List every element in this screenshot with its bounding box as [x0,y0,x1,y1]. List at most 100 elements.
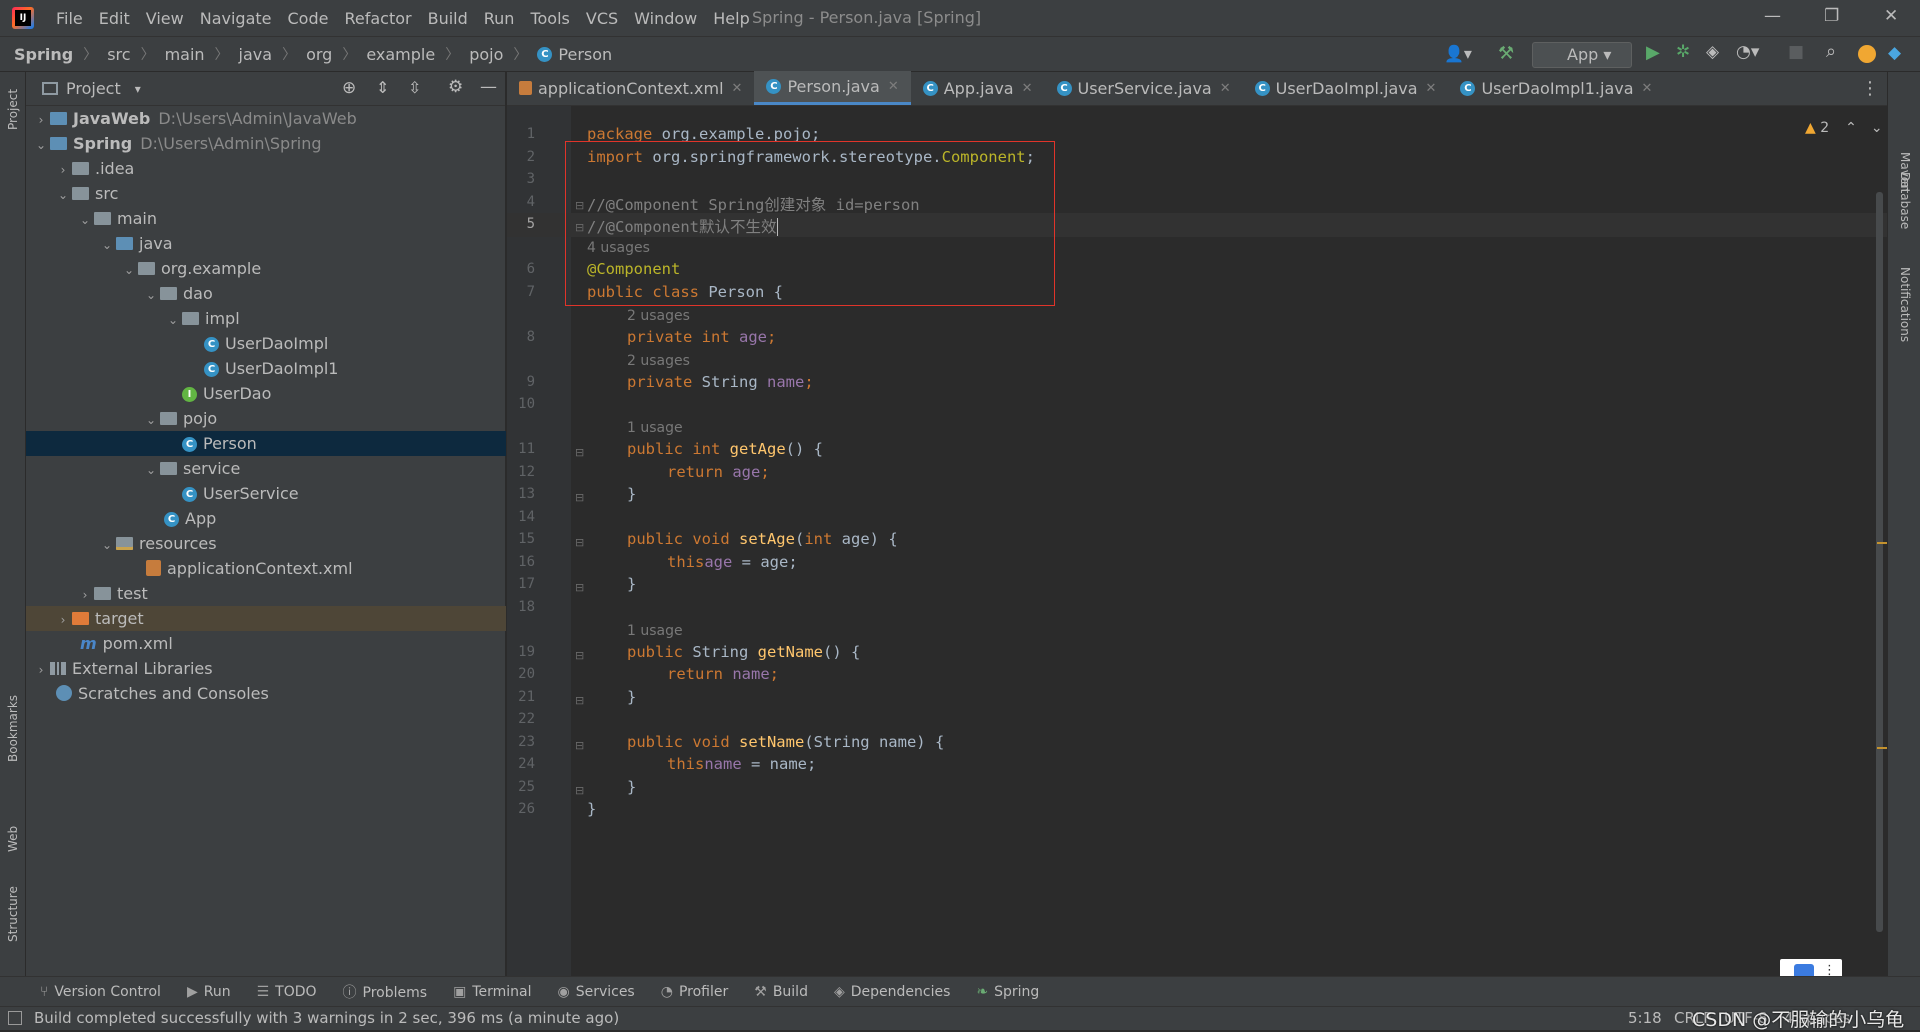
code-line[interactable]: public void setAge(int age) { [627,530,898,548]
tree-item-pom[interactable]: m pom.xml [26,631,506,656]
code-line[interactable]: } [587,800,596,818]
bookmarks-tool-button[interactable]: Bookmarks [6,695,20,762]
close-tab-icon[interactable]: ✕ [1642,81,1653,96]
project-panel-title[interactable]: Project [66,79,121,98]
fold-icon[interactable]: ⊟ [575,649,584,662]
tree-item-dao[interactable]: ⌄ dao [26,281,506,306]
code-line[interactable]: public String getName() { [627,643,860,661]
tab-userdaoimpl1[interactable]: C UserDaoImpl1.java ✕ [1448,71,1664,105]
tree-item-src[interactable]: ⌄ src [26,181,506,206]
menu-window[interactable]: Window [626,9,705,28]
code-line[interactable]: } [627,688,636,706]
warnings-indicator[interactable]: ▲ 2 ⌃ ⌄ [1805,120,1883,136]
menu-edit[interactable]: Edit [91,9,138,28]
tree-item-target[interactable]: › target [26,606,506,631]
tree-item-impl[interactable]: ⌄ impl [26,306,506,331]
notifications-tool-button[interactable]: Notifications [1898,267,1912,342]
editor-scrollbar[interactable] [1876,192,1883,932]
tree-item-pojo[interactable]: ⌄ pojo [26,406,506,431]
profile-icon[interactable]: ◔▾ [1736,42,1759,62]
tree-item-resources[interactable]: ⌄ resources [26,531,506,556]
breadcrumb-java[interactable]: java [239,45,273,64]
stop-icon[interactable]: ■ [1788,42,1804,62]
next-highlight-icon[interactable]: ⌄ [1871,120,1883,136]
terminal-tool-button[interactable]: ▣ Terminal [453,984,531,1000]
intellij-logo-icon[interactable] [12,7,34,29]
fold-icon[interactable]: ⊟ [575,536,584,549]
code-line[interactable]: return age; [667,463,770,481]
code-line[interactable]: public int getAge() { [627,440,823,458]
tree-item-org-example[interactable]: ⌄ org.example [26,256,506,281]
code-line[interactable]: thisage = age; [667,553,798,571]
usages-hint[interactable]: 2 usages [627,308,690,324]
structure-tool-button[interactable]: Structure [6,886,20,942]
code-line[interactable]: private String name; [627,373,814,391]
tree-item-userdao[interactable]: I UserDao [26,381,506,406]
close-tab-icon[interactable]: ✕ [1220,81,1231,96]
spring-tool-button[interactable]: ❧ Spring [976,984,1039,1000]
fold-icon[interactable]: ⊟ [575,581,584,594]
hide-panel-icon[interactable]: — [480,77,497,97]
tree-item-app[interactable]: C App [26,506,506,531]
tab-userservice[interactable]: C UserService.java ✕ [1045,71,1243,105]
tree-item-spring[interactable]: ⌄ Spring D:\Users\Admin\Spring [26,131,506,156]
usages-hint[interactable]: 2 usages [627,353,690,369]
services-tool-button[interactable]: ◉ Services [557,984,634,1000]
code-line[interactable]: private int age; [627,328,776,346]
close-tab-icon[interactable]: ✕ [888,79,899,94]
tree-item-test[interactable]: › test [26,581,506,606]
build-hammer-icon[interactable]: ⚒ [1498,43,1514,64]
tab-userdaoimpl[interactable]: C UserDaoImpl.java ✕ [1243,71,1449,105]
breadcrumb-pojo[interactable]: pojo [469,45,503,64]
tree-item-javaweb[interactable]: › JavaWeb D:\Users\Admin\JavaWeb [26,106,506,131]
tree-item-main[interactable]: ⌄ main [26,206,506,231]
tab-app[interactable]: C App.java ✕ [911,71,1045,105]
expand-all-icon[interactable]: ⇕ [376,78,389,97]
more-tabs-icon[interactable]: ⋮ [1861,78,1879,99]
menu-view[interactable]: View [138,9,192,28]
dependencies-tool-button[interactable]: ◈ Dependencies [834,984,950,1000]
menu-tools[interactable]: Tools [522,9,577,28]
breadcrumb-spring[interactable]: Spring [14,45,73,64]
tree-item-external-libraries[interactable]: › External Libraries [26,656,506,681]
menu-code[interactable]: Code [280,9,337,28]
close-tab-icon[interactable]: ✕ [732,81,743,96]
minimize-icon[interactable]: — [1764,6,1781,26]
menu-navigate[interactable]: Navigate [192,9,280,28]
breadcrumb-example[interactable]: example [366,45,435,64]
code-line[interactable]: } [627,778,636,796]
debug-icon[interactable]: ✲ [1676,42,1690,62]
tree-item-java[interactable]: ⌄ java [26,231,506,256]
fold-icon[interactable]: ⊟ [575,784,584,797]
tab-person[interactable]: C Person.java ✕ [754,71,911,105]
build-tool-button[interactable]: ⚒ Build [754,984,808,1000]
breadcrumb-main[interactable]: main [165,45,205,64]
tree-item-service[interactable]: ⌄ service [26,456,506,481]
code-line[interactable]: return name; [667,665,779,683]
locate-icon[interactable]: ⊕ [342,78,356,98]
breadcrumb-org[interactable]: org [306,45,332,64]
code-line[interactable]: } [627,485,636,503]
tree-item-person[interactable]: C Person [26,431,506,456]
close-tab-icon[interactable]: ✕ [1022,81,1033,96]
profiler-tool-button[interactable]: ◔ Profiler [661,984,729,1000]
breadcrumb-src[interactable]: src [107,45,130,64]
code-line[interactable]: thisname = name; [667,755,816,773]
fold-icon[interactable]: ⊟ [575,739,584,752]
menu-build[interactable]: Build [420,9,476,28]
tree-item-userdaoimpl1[interactable]: C UserDaoImpl1 [26,356,506,381]
code-line[interactable]: } [627,575,636,593]
restore-icon[interactable]: ❐ [1824,6,1839,26]
tree-item-idea[interactable]: › .idea [26,156,506,181]
tree-item-userdaoimpl[interactable]: C UserDaoImpl [26,331,506,356]
project-tool-button[interactable]: Project [6,89,20,130]
usages-hint[interactable]: 1 usage [627,623,683,639]
gear-icon[interactable]: ⚙ [448,77,463,97]
database-tool-button[interactable]: Database [1898,172,1912,229]
close-icon[interactable]: ✕ [1884,6,1898,26]
tree-item-userservice[interactable]: C UserService [26,481,506,506]
collapse-all-icon[interactable]: ⇳ [408,78,421,97]
menu-file[interactable]: File [48,9,91,28]
run-tool-button[interactable]: ▶ Run [187,984,231,1000]
menu-refactor[interactable]: Refactor [336,9,419,28]
